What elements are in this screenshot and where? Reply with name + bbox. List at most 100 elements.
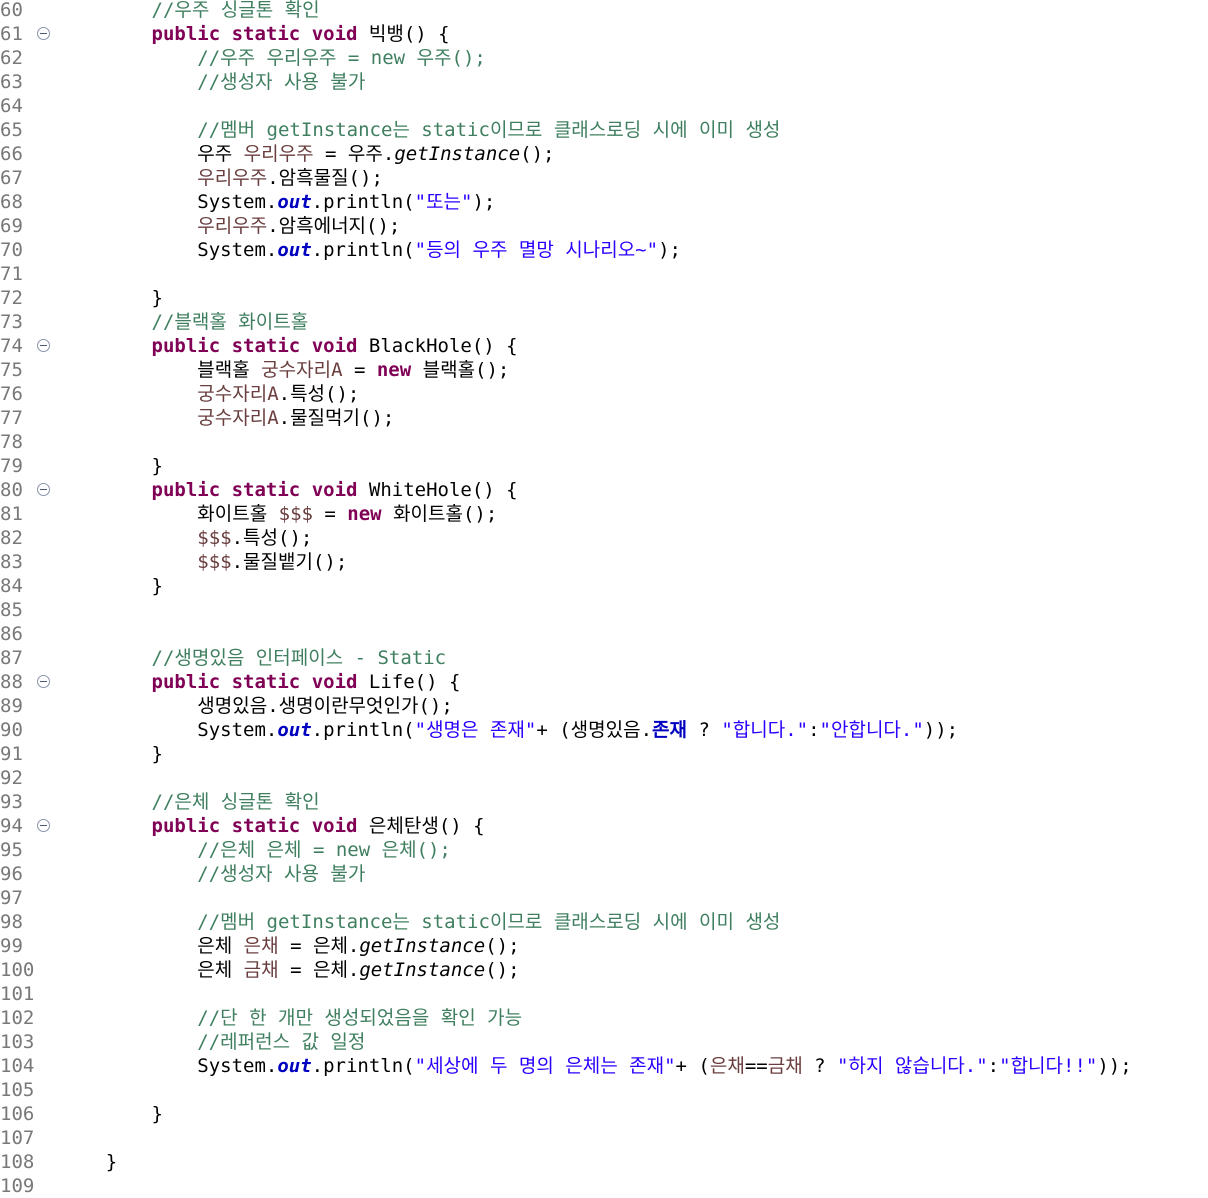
keyword-token: new xyxy=(347,503,382,525)
code-token: .물질뱉기(); xyxy=(231,551,348,573)
code-line[interactable]: 77 궁수자리A.물질먹기(); xyxy=(0,406,1208,430)
code-line[interactable]: 68 System.out.println("또는"); xyxy=(0,190,1208,214)
code-token: .특성(); xyxy=(278,383,360,405)
code-line[interactable]: 63 //생성자 사용 불가 xyxy=(0,70,1208,94)
code-line[interactable]: 103 //레퍼런스 값 일정 xyxy=(0,1030,1208,1054)
code-line[interactable]: 65 //멤버 getInstance는 static이므로 클래스로딩 시에 … xyxy=(0,118,1208,142)
code-line[interactable]: 73 //블랙홀 화이트홀 xyxy=(0,310,1208,334)
line-number: 68 xyxy=(0,191,23,213)
code-token: ? xyxy=(802,1055,838,1077)
code-text: $$$.물질뱉기(); xyxy=(60,550,347,574)
code-line[interactable]: 76 궁수자리A.특성(); xyxy=(0,382,1208,406)
code-line[interactable]: 86 xyxy=(0,622,1208,646)
code-line[interactable]: 82 $$$.특성(); xyxy=(0,526,1208,550)
code-line[interactable]: 72 } xyxy=(0,286,1208,310)
line-number: 87 xyxy=(0,647,23,669)
code-line[interactable]: 96 //생성자 사용 불가 xyxy=(0,862,1208,886)
code-line[interactable]: 87 //생명있음 인터페이스 - Static xyxy=(0,646,1208,670)
code-line[interactable]: 92 xyxy=(0,766,1208,790)
code-token: (); xyxy=(520,143,555,165)
code-line[interactable]: 100 은체 금채 = 은체.getInstance(); xyxy=(0,958,1208,982)
code-token: = 은체. xyxy=(278,935,360,957)
code-line[interactable]: 70 System.out.println("등의 우주 멸망 시나리오~"); xyxy=(0,238,1208,262)
line-number: 103 xyxy=(0,1031,35,1053)
line-number: 65 xyxy=(0,119,23,141)
code-line[interactable]: 89 생명있음.생명이란무엇인가(); xyxy=(0,694,1208,718)
code-line[interactable]: 85 xyxy=(0,598,1208,622)
collapse-minus-icon[interactable] xyxy=(37,819,50,832)
code-token: .println( xyxy=(311,719,415,741)
string-literal: "안합니다." xyxy=(819,719,924,741)
code-line[interactable]: 74 public static void BlackHole() { xyxy=(0,334,1208,358)
code-line[interactable]: 88 public static void Life() { xyxy=(0,670,1208,694)
code-token: .암흑에너지(); xyxy=(267,215,401,237)
code-line[interactable]: 104 System.out.println("세상에 두 명의 은체는 존재"… xyxy=(0,1054,1208,1078)
code-text: public static void Life() { xyxy=(60,670,461,694)
code-line[interactable]: 61 public static void 빅뱅() { xyxy=(0,22,1208,46)
code-line[interactable]: 83 $$$.물질뱉기(); xyxy=(0,550,1208,574)
collapse-minus-icon[interactable] xyxy=(37,339,50,352)
code-line[interactable]: 102 //단 한 개만 생성되었음을 확인 가능 xyxy=(0,1006,1208,1030)
collapse-minus-icon[interactable] xyxy=(37,27,50,40)
code-line[interactable]: 84 } xyxy=(0,574,1208,598)
code-text: 은체 은채 = 은체.getInstance(); xyxy=(60,934,519,958)
local-variable: $$$ xyxy=(278,503,313,525)
line-number: 105 xyxy=(0,1079,35,1101)
string-literal: "생명은 존재" xyxy=(414,719,537,741)
code-line[interactable]: 94 public static void 은체탄생() { xyxy=(0,814,1208,838)
keyword-token: static xyxy=(231,23,301,45)
keyword-token: static xyxy=(231,479,301,501)
code-line[interactable]: 60 //우주 싱글톤 확인 xyxy=(0,0,1208,22)
code-token: .특성(); xyxy=(231,527,313,549)
code-line[interactable]: 66 우주 우리우주 = 우주.getInstance(); xyxy=(0,142,1208,166)
line-number: 62 xyxy=(0,47,23,69)
code-text: System.out.println("생명은 존재"+ (생명있음.존재 ? … xyxy=(60,718,958,742)
code-token: } xyxy=(60,287,163,309)
code-line[interactable]: 99 은체 은채 = 은체.getInstance(); xyxy=(0,934,1208,958)
line-number: 61 xyxy=(0,23,23,45)
code-line[interactable]: 62 //우주 우리우주 = new 우주(); xyxy=(0,46,1208,70)
collapse-minus-icon[interactable] xyxy=(37,675,50,688)
code-token: } xyxy=(60,1151,118,1173)
code-line[interactable]: 105 xyxy=(0,1078,1208,1102)
comment-token: //은체 싱글톤 확인 xyxy=(151,791,320,813)
code-line[interactable]: 109 xyxy=(0,1174,1208,1198)
code-text: 은체 금채 = 은체.getInstance(); xyxy=(60,958,519,982)
code-token: )); xyxy=(923,719,959,741)
code-line[interactable]: 90 System.out.println("생명은 존재"+ (생명있음.존재… xyxy=(0,718,1208,742)
local-variable: 궁수자리A xyxy=(261,359,343,381)
code-line[interactable]: 91 } xyxy=(0,742,1208,766)
code-line[interactable]: 97 xyxy=(0,886,1208,910)
method-call: getInstance xyxy=(359,935,486,957)
code-line[interactable]: 98 //멤버 getInstance는 static이므로 클래스로딩 시에 … xyxy=(0,910,1208,934)
code-line[interactable]: 81 화이트홀 $$$ = new 화이트홀(); xyxy=(0,502,1208,526)
code-line[interactable]: 64 xyxy=(0,94,1208,118)
code-token: + (생명있음. xyxy=(536,719,653,741)
collapse-minus-icon[interactable] xyxy=(37,483,50,496)
code-line[interactable]: 108 } xyxy=(0,1150,1208,1174)
line-number: 91 xyxy=(0,743,23,765)
code-editor[interactable]: 60 //우주 싱글톤 확인 61 public static void 빅뱅()… xyxy=(0,0,1208,1198)
code-line[interactable]: 95 //은체 은체 = new 은체(); xyxy=(0,838,1208,862)
code-token: 은체 xyxy=(60,959,244,981)
code-line[interactable]: 80 public static void WhiteHole() { xyxy=(0,478,1208,502)
line-number: 81 xyxy=(0,503,23,525)
code-line[interactable]: 75 블랙홀 궁수자리A = new 블랙홀(); xyxy=(0,358,1208,382)
code-line[interactable]: 67 우리우주.암흑물질(); xyxy=(0,166,1208,190)
code-line[interactable]: 71 xyxy=(0,262,1208,286)
code-line[interactable]: 106 } xyxy=(0,1102,1208,1126)
code-line[interactable]: 101 xyxy=(0,982,1208,1006)
code-line[interactable]: 107 xyxy=(0,1126,1208,1150)
code-line[interactable]: 79 } xyxy=(0,454,1208,478)
code-line[interactable]: 93 //은체 싱글톤 확인 xyxy=(0,790,1208,814)
code-text: //단 한 개만 생성되었음을 확인 가능 xyxy=(60,1006,522,1030)
comment-token: //은체 은체 = new 은체(); xyxy=(197,839,451,861)
code-line[interactable]: 78 xyxy=(0,430,1208,454)
code-line[interactable]: 69 우리우주.암흑에너지(); xyxy=(0,214,1208,238)
